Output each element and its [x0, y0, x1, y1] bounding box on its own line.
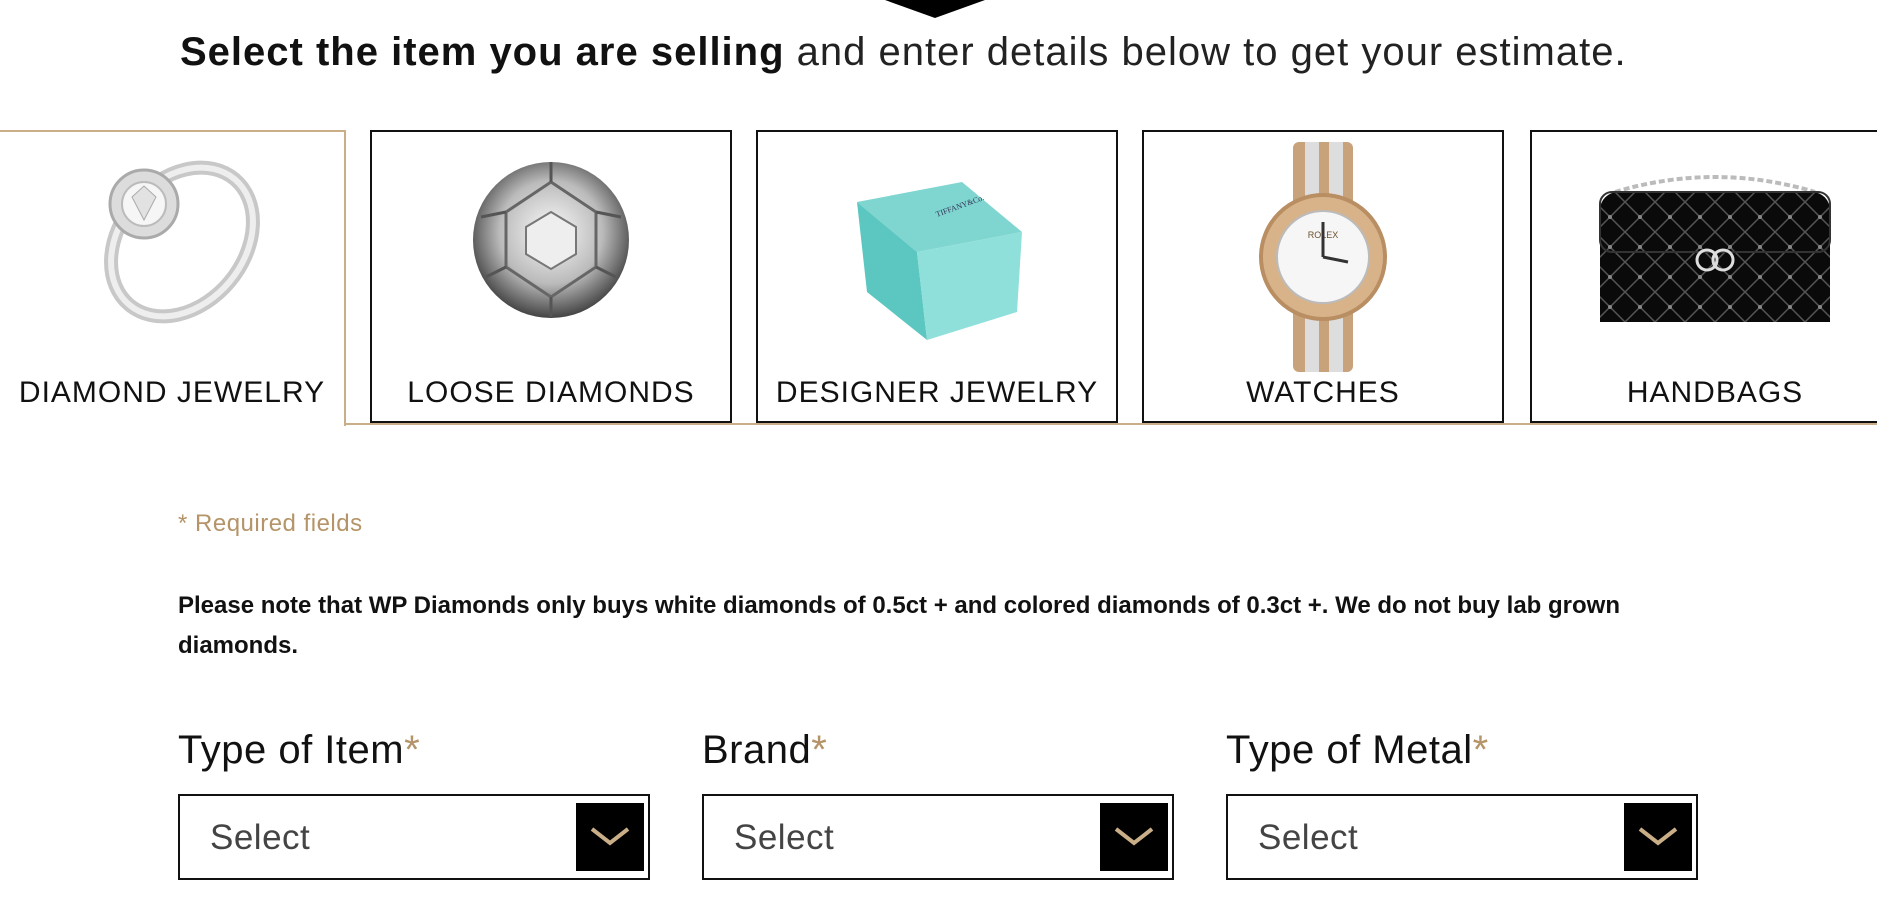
watch-image: ROLEX [1144, 142, 1502, 382]
required-star: * [404, 728, 421, 772]
tab-label: DESIGNER JEWELRY [775, 376, 1099, 409]
field-label: Type of Item* [178, 728, 650, 773]
field-type-of-metal: Type of Metal* Select [1226, 728, 1698, 880]
top-arrow-icon [885, 0, 985, 18]
required-star: * [811, 728, 828, 772]
field-type-of-item: Type of Item* Select [178, 728, 650, 880]
field-label-text: Brand [702, 728, 812, 772]
chevron-down-icon[interactable] [1100, 803, 1168, 871]
category-tabs: DIAMOND JEWELRY LOOSE DIAMONDS TIFFANY&C… [0, 130, 1877, 426]
tab-loose-diamonds[interactable]: LOOSE DIAMONDS [370, 130, 732, 423]
headline-rest: and enter details below to get your esti… [784, 30, 1627, 74]
select-value: Select [734, 818, 835, 857]
field-label-text: Type of Item [178, 728, 405, 772]
purchase-notice: Please note that WP Diamonds only buys w… [178, 592, 1620, 659]
field-brand: Brand* Select [702, 728, 1174, 880]
tab-label: WATCHES [1246, 376, 1400, 409]
chevron-down-icon[interactable] [1624, 803, 1692, 871]
field-label: Brand* [702, 728, 1174, 773]
brand-select[interactable]: Select [702, 794, 1174, 880]
type-of-metal-select[interactable]: Select [1226, 794, 1698, 880]
diamond-ring-image [0, 142, 344, 382]
field-label-text: Type of Metal [1226, 728, 1473, 772]
tiffany-box-image: TIFFANY&Co. [758, 142, 1116, 382]
tab-designer-jewelry[interactable]: TIFFANY&Co. DESIGNER JEWELRY [756, 130, 1118, 423]
required-star: * [1472, 728, 1489, 772]
tab-handbags[interactable]: HANDBAGS [1530, 130, 1877, 423]
handbag-image [1532, 142, 1877, 382]
tab-label: HANDBAGS [1626, 376, 1804, 409]
type-of-item-select[interactable]: Select [178, 794, 650, 880]
select-value: Select [210, 818, 311, 857]
tab-diamond-jewelry[interactable]: DIAMOND JEWELRY [0, 130, 346, 426]
select-value: Select [1258, 818, 1359, 857]
tab-watches[interactable]: ROLEX WATCHES [1142, 130, 1504, 423]
headline-bold: Select the item you are selling [180, 30, 785, 74]
field-label: Type of Metal* [1226, 728, 1698, 773]
page-headline: Select the item you are selling and ente… [180, 30, 1627, 75]
loose-diamond-image [372, 142, 730, 382]
chevron-down-icon[interactable] [576, 803, 644, 871]
tab-label: DIAMOND JEWELRY [18, 376, 326, 409]
tab-label: LOOSE DIAMONDS [407, 376, 695, 409]
required-fields-note: * Required fields [178, 510, 363, 537]
